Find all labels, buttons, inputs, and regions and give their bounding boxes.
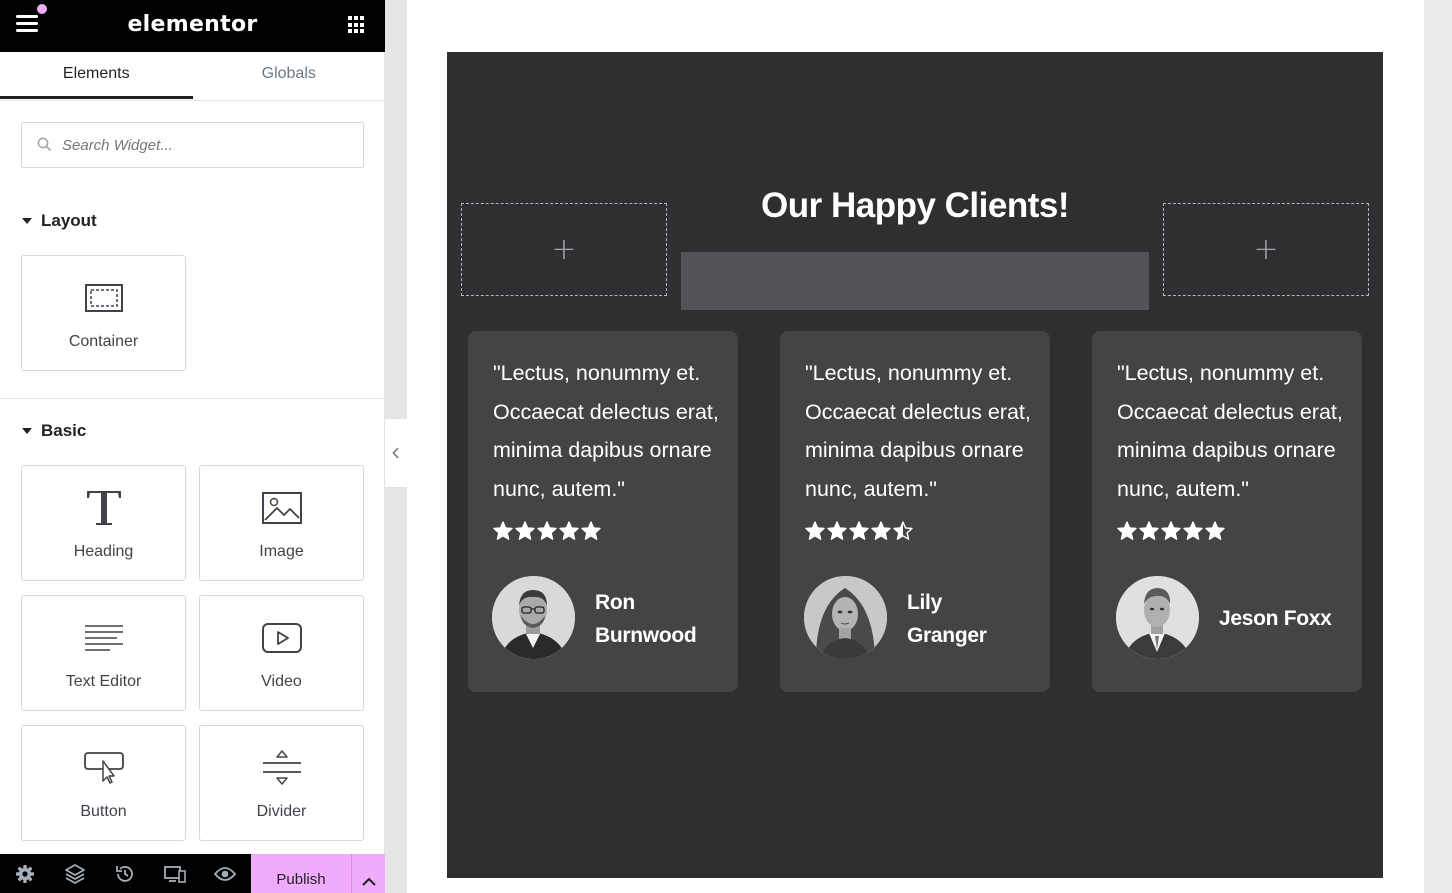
widget-button[interactable]: Button — [21, 725, 186, 841]
client-name: Jeson Foxx — [1219, 602, 1332, 635]
widget-image[interactable]: Image — [199, 465, 364, 581]
section-divider — [0, 398, 385, 399]
star-rating — [493, 521, 601, 541]
widget-label: Video — [261, 673, 302, 690]
star-full-icon — [805, 521, 825, 540]
widget-label: Divider — [256, 803, 307, 820]
star-full-icon — [493, 521, 513, 540]
widget-placeholder[interactable] — [681, 252, 1149, 310]
avatar — [804, 576, 887, 659]
widget-divider[interactable]: Divider — [199, 725, 364, 841]
widget-text-editor[interactable]: Text Editor — [21, 595, 186, 711]
testimonial-card[interactable]: "Lectus, nonummy et. Occaecat delectus e… — [1092, 331, 1362, 692]
testimonials-section[interactable]: + + Our Happy Clients! "Lectus, nonummy … — [447, 52, 1383, 878]
text-editor-icon — [84, 625, 123, 651]
star-full-icon — [871, 521, 891, 540]
heading-icon — [86, 491, 121, 525]
responsive-icon[interactable] — [150, 854, 200, 893]
star-half-icon — [893, 521, 913, 540]
testimonial-quote: "Lectus, nonummy et. Occaecat delectus e… — [805, 361, 1031, 501]
canvas-scrollbar-track[interactable] — [1424, 0, 1452, 893]
widget-label: Image — [259, 543, 304, 560]
star-full-icon — [559, 521, 579, 540]
star-full-icon — [1183, 521, 1203, 540]
brand-logo: elementor — [127, 12, 258, 37]
client-first-name: Ron — [595, 591, 635, 614]
client-first-name: Lily — [907, 591, 942, 614]
client-name: Ron Burnwood — [595, 586, 697, 652]
star-full-icon — [1139, 521, 1159, 540]
search-icon — [37, 137, 51, 151]
section-heading[interactable]: Our Happy Clients! — [681, 186, 1149, 226]
publish-button[interactable]: Publish — [251, 854, 351, 893]
avatar — [1116, 576, 1199, 659]
image-icon — [261, 492, 302, 524]
star-full-icon — [537, 521, 557, 540]
add-element-icon: + — [551, 232, 577, 267]
testimonial-quote: "Lectus, nonummy et. Occaecat delectus e… — [493, 361, 719, 501]
client-name: Lily Granger — [907, 586, 987, 652]
tab-globals[interactable]: Globals — [193, 52, 386, 100]
publish-options-button[interactable] — [351, 854, 385, 893]
layers-icon[interactable] — [50, 854, 100, 893]
empty-column-left[interactable]: + — [461, 203, 667, 296]
widget-heading[interactable]: Heading — [21, 465, 186, 581]
widget-label: Button — [80, 803, 127, 820]
preview-icon[interactable] — [200, 854, 250, 893]
star-full-icon — [581, 521, 601, 540]
caret-down-icon — [22, 428, 32, 434]
star-full-icon — [827, 521, 847, 540]
section-title-layout: Layout — [41, 211, 97, 230]
divider-icon — [262, 750, 301, 785]
chevron-left-icon — [392, 447, 399, 459]
client-last-name: Granger — [907, 624, 987, 647]
settings-icon[interactable] — [0, 854, 50, 893]
apps-grid-icon[interactable] — [348, 16, 366, 34]
container-icon — [84, 284, 123, 312]
section-toggle-layout[interactable]: Layout — [22, 211, 97, 231]
widget-container[interactable]: Container — [21, 255, 186, 371]
client-last-name: Burnwood — [595, 624, 697, 647]
widget-video[interactable]: Video — [199, 595, 364, 711]
star-full-icon — [1161, 521, 1181, 540]
search-input[interactable] — [62, 123, 357, 167]
testimonial-quote: "Lectus, nonummy et. Occaecat delectus e… — [1117, 361, 1343, 501]
empty-column-right[interactable]: + — [1163, 203, 1369, 296]
testimonial-card[interactable]: "Lectus, nonummy et. Occaecat delectus e… — [468, 331, 738, 692]
history-icon[interactable] — [100, 854, 150, 893]
editor-footer: Publish — [0, 854, 385, 893]
widget-label: Text Editor — [65, 673, 142, 690]
panel-tabs: Elements Globals — [0, 52, 385, 101]
button-icon — [83, 752, 124, 784]
preview-canvas: + + Our Happy Clients! "Lectus, nonummy … — [407, 0, 1424, 893]
collapse-panel-button[interactable] — [385, 419, 407, 487]
widget-label: Container — [68, 333, 139, 350]
video-icon — [261, 623, 302, 653]
star-full-icon — [1205, 521, 1225, 540]
star-full-icon — [849, 521, 869, 540]
widget-label: Heading — [73, 543, 134, 560]
search-widget-box — [21, 122, 364, 168]
client-first-name: Jeson Foxx — [1219, 607, 1332, 630]
star-full-icon — [515, 521, 535, 540]
testimonial-card[interactable]: "Lectus, nonummy et. Occaecat delectus e… — [780, 331, 1050, 692]
tab-elements[interactable]: Elements — [0, 52, 193, 100]
star-rating — [1117, 521, 1225, 541]
add-element-icon: + — [1253, 232, 1279, 267]
chevron-up-icon — [361, 877, 376, 886]
avatar — [492, 576, 575, 659]
star-full-icon — [1117, 521, 1137, 540]
caret-down-icon — [22, 218, 32, 224]
section-title-basic: Basic — [41, 421, 87, 440]
star-rating — [805, 521, 913, 541]
editor-panel: elementor Elements Globals Layout Contai… — [0, 0, 385, 893]
section-toggle-basic[interactable]: Basic — [22, 421, 86, 441]
editor-topbar: elementor — [0, 0, 385, 52]
